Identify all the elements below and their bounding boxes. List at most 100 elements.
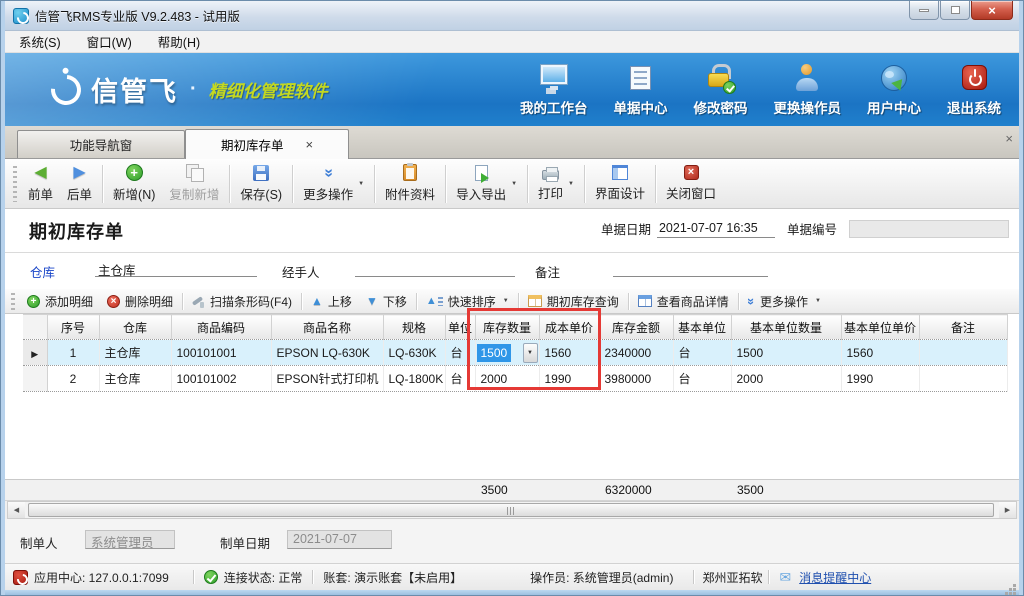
dropdown-caret-icon[interactable]: ▼ — [568, 181, 574, 187]
menu-help[interactable]: 帮助(H) — [158, 32, 200, 51]
tab-close-icon[interactable]: × — [305, 137, 313, 152]
column-header[interactable]: 商品名称 — [271, 315, 383, 340]
user-center-button[interactable]: 用户中心 — [867, 63, 921, 117]
new-button[interactable]: +新增(N) — [106, 161, 162, 206]
cell-warehouse[interactable]: 主仓库 — [99, 340, 171, 366]
cell-base-price[interactable]: 1560 — [841, 340, 919, 366]
message-center-link[interactable]: 消息提醒中心 — [799, 569, 871, 586]
column-header[interactable]: 成本单价 — [539, 315, 599, 340]
toolbar-drag-handle[interactable] — [13, 166, 17, 202]
cell-product-name[interactable]: EPSON针式打印机 — [271, 366, 383, 392]
cell-seq[interactable]: 1 — [47, 340, 99, 366]
quick-sort-button[interactable]: ▲ 快速排序 ▼ — [419, 291, 516, 312]
handler-field[interactable] — [355, 259, 515, 277]
menu-window[interactable]: 窗口(W) — [87, 32, 132, 51]
warehouse-label: 仓库 — [30, 262, 55, 281]
tab-function-nav[interactable]: 功能导航窗 — [17, 130, 185, 158]
column-header[interactable]: 序号 — [47, 315, 99, 340]
cell-spec[interactable]: LQ-1800K — [383, 366, 445, 392]
close-button[interactable]: × — [971, 1, 1013, 20]
save-button[interactable]: 保存(S) — [233, 162, 289, 206]
cell-stock-amount[interactable]: 3980000 — [599, 366, 673, 392]
cell-remark[interactable] — [919, 340, 1007, 366]
column-header[interactable]: 基本单位 — [673, 315, 731, 340]
tab-initial-stock[interactable]: 期初库存单 × — [185, 129, 349, 159]
mail-icon: ✉ — [779, 569, 791, 586]
delete-detail-button[interactable]: × 删除明细 — [100, 291, 180, 312]
minimize-button[interactable] — [909, 1, 939, 20]
stock-qty-value[interactable]: 1500 — [477, 344, 512, 362]
cell-base-unit[interactable]: 台 — [673, 340, 731, 366]
exit-system-button[interactable]: 退出系统 — [947, 63, 1001, 117]
cell-remark[interactable] — [919, 366, 1007, 392]
ui-design-button[interactable]: 界面设计 — [588, 162, 652, 205]
tab-label: 功能导航窗 — [70, 135, 133, 154]
cell-spec[interactable]: LQ-630K — [383, 340, 445, 366]
cell-base-unit[interactable]: 台 — [673, 366, 731, 392]
grid-toolbar-drag-handle[interactable] — [11, 293, 15, 310]
cell-base-qty[interactable]: 2000 — [731, 366, 841, 392]
scan-barcode-button[interactable]: 扫描条形码(F4) — [185, 291, 299, 312]
more-actions-button[interactable]: »更多操作 ▼ — [296, 162, 371, 206]
column-header[interactable]: 规格 — [383, 315, 445, 340]
column-header[interactable]: 库存金额 — [599, 315, 673, 340]
column-header[interactable]: 库存数量 — [475, 315, 539, 340]
remark-field[interactable] — [613, 259, 768, 277]
change-password-button[interactable]: 修改密码 — [694, 63, 748, 117]
close-window-button[interactable]: ×关闭窗口 — [659, 162, 723, 205]
combo-dropdown-icon[interactable]: ▼ — [523, 343, 538, 363]
column-header[interactable]: 单位 — [445, 315, 475, 340]
document-center-button[interactable]: 单据中心 — [614, 63, 668, 117]
prev-doc-button[interactable]: ◀前单 — [21, 162, 60, 206]
workstation-button[interactable]: 我的工作台 — [520, 63, 588, 117]
dropdown-caret-icon[interactable]: ▼ — [358, 181, 364, 187]
add-detail-button[interactable]: + 添加明细 — [20, 291, 100, 312]
scroll-left-icon[interactable]: ◀ — [8, 502, 25, 518]
move-down-button[interactable]: ▼ 下移 — [359, 291, 414, 312]
switch-operator-button[interactable]: 更换操作员 — [774, 63, 842, 117]
column-header[interactable]: 基本单位单价 — [841, 315, 919, 340]
column-header[interactable]: 仓库 — [99, 315, 171, 340]
cell-stock-qty-editor[interactable]: 1500 ▼ — [475, 340, 539, 366]
cell-stock-qty[interactable]: 2000 — [475, 366, 539, 392]
import-export-button[interactable]: 导入导出 ▼ — [449, 162, 524, 206]
resize-grip[interactable] — [1013, 584, 1016, 587]
panel-close-icon[interactable]: × — [1005, 131, 1013, 146]
menu-system[interactable]: 系统(S) — [19, 32, 61, 51]
print-button[interactable]: 打印 ▼ — [531, 163, 581, 205]
view-product-detail-button[interactable]: 查看商品详情 — [631, 291, 736, 312]
total-stock-qty: 3500 — [475, 480, 539, 500]
column-header[interactable]: 基本单位数量 — [731, 315, 841, 340]
row-selector[interactable]: ▶ — [23, 340, 47, 366]
grid-more-actions-button[interactable]: » 更多操作 ▼ — [741, 291, 828, 312]
copy-new-button[interactable]: 复制新增 — [162, 161, 226, 206]
doc-date-field[interactable]: 2021-07-07 16:35 — [657, 220, 775, 238]
column-header[interactable]: 备注 — [919, 315, 1007, 340]
column-header[interactable]: 商品编码 — [171, 315, 271, 340]
restore-button[interactable] — [940, 1, 970, 20]
cell-product-code[interactable]: 100101001 — [171, 340, 271, 366]
tab-strip: 功能导航窗 期初库存单 × × — [5, 126, 1019, 159]
cell-product-name[interactable]: EPSON LQ-630K — [271, 340, 383, 366]
next-doc-button[interactable]: ▶后单 — [60, 162, 99, 206]
warehouse-field[interactable]: 主仓库 — [95, 259, 257, 277]
cell-unit[interactable]: 台 — [445, 366, 475, 392]
scrollbar-thumb[interactable] — [28, 503, 994, 517]
cell-stock-amount[interactable]: 2340000 — [599, 340, 673, 366]
row-selector[interactable] — [23, 366, 47, 392]
initial-stock-query-button[interactable]: 期初库存查询 — [521, 291, 626, 312]
horizontal-scrollbar[interactable]: ◀ ▶ — [7, 501, 1017, 519]
cell-unit[interactable]: 台 — [445, 340, 475, 366]
cell-base-qty[interactable]: 1500 — [731, 340, 841, 366]
doc-no-field[interactable] — [849, 220, 1009, 238]
move-up-button[interactable]: ▲ 上移 — [304, 291, 359, 312]
scroll-right-icon[interactable]: ▶ — [999, 502, 1016, 518]
cell-seq[interactable]: 2 — [47, 366, 99, 392]
cell-product-code[interactable]: 100101002 — [171, 366, 271, 392]
cell-cost-price[interactable]: 1990 — [539, 366, 599, 392]
attachments-button[interactable]: 附件资料 — [378, 161, 442, 206]
dropdown-caret-icon[interactable]: ▼ — [511, 181, 517, 187]
cell-warehouse[interactable]: 主仓库 — [99, 366, 171, 392]
cell-base-price[interactable]: 1990 — [841, 366, 919, 392]
cell-cost-price[interactable]: 1560 — [539, 340, 599, 366]
